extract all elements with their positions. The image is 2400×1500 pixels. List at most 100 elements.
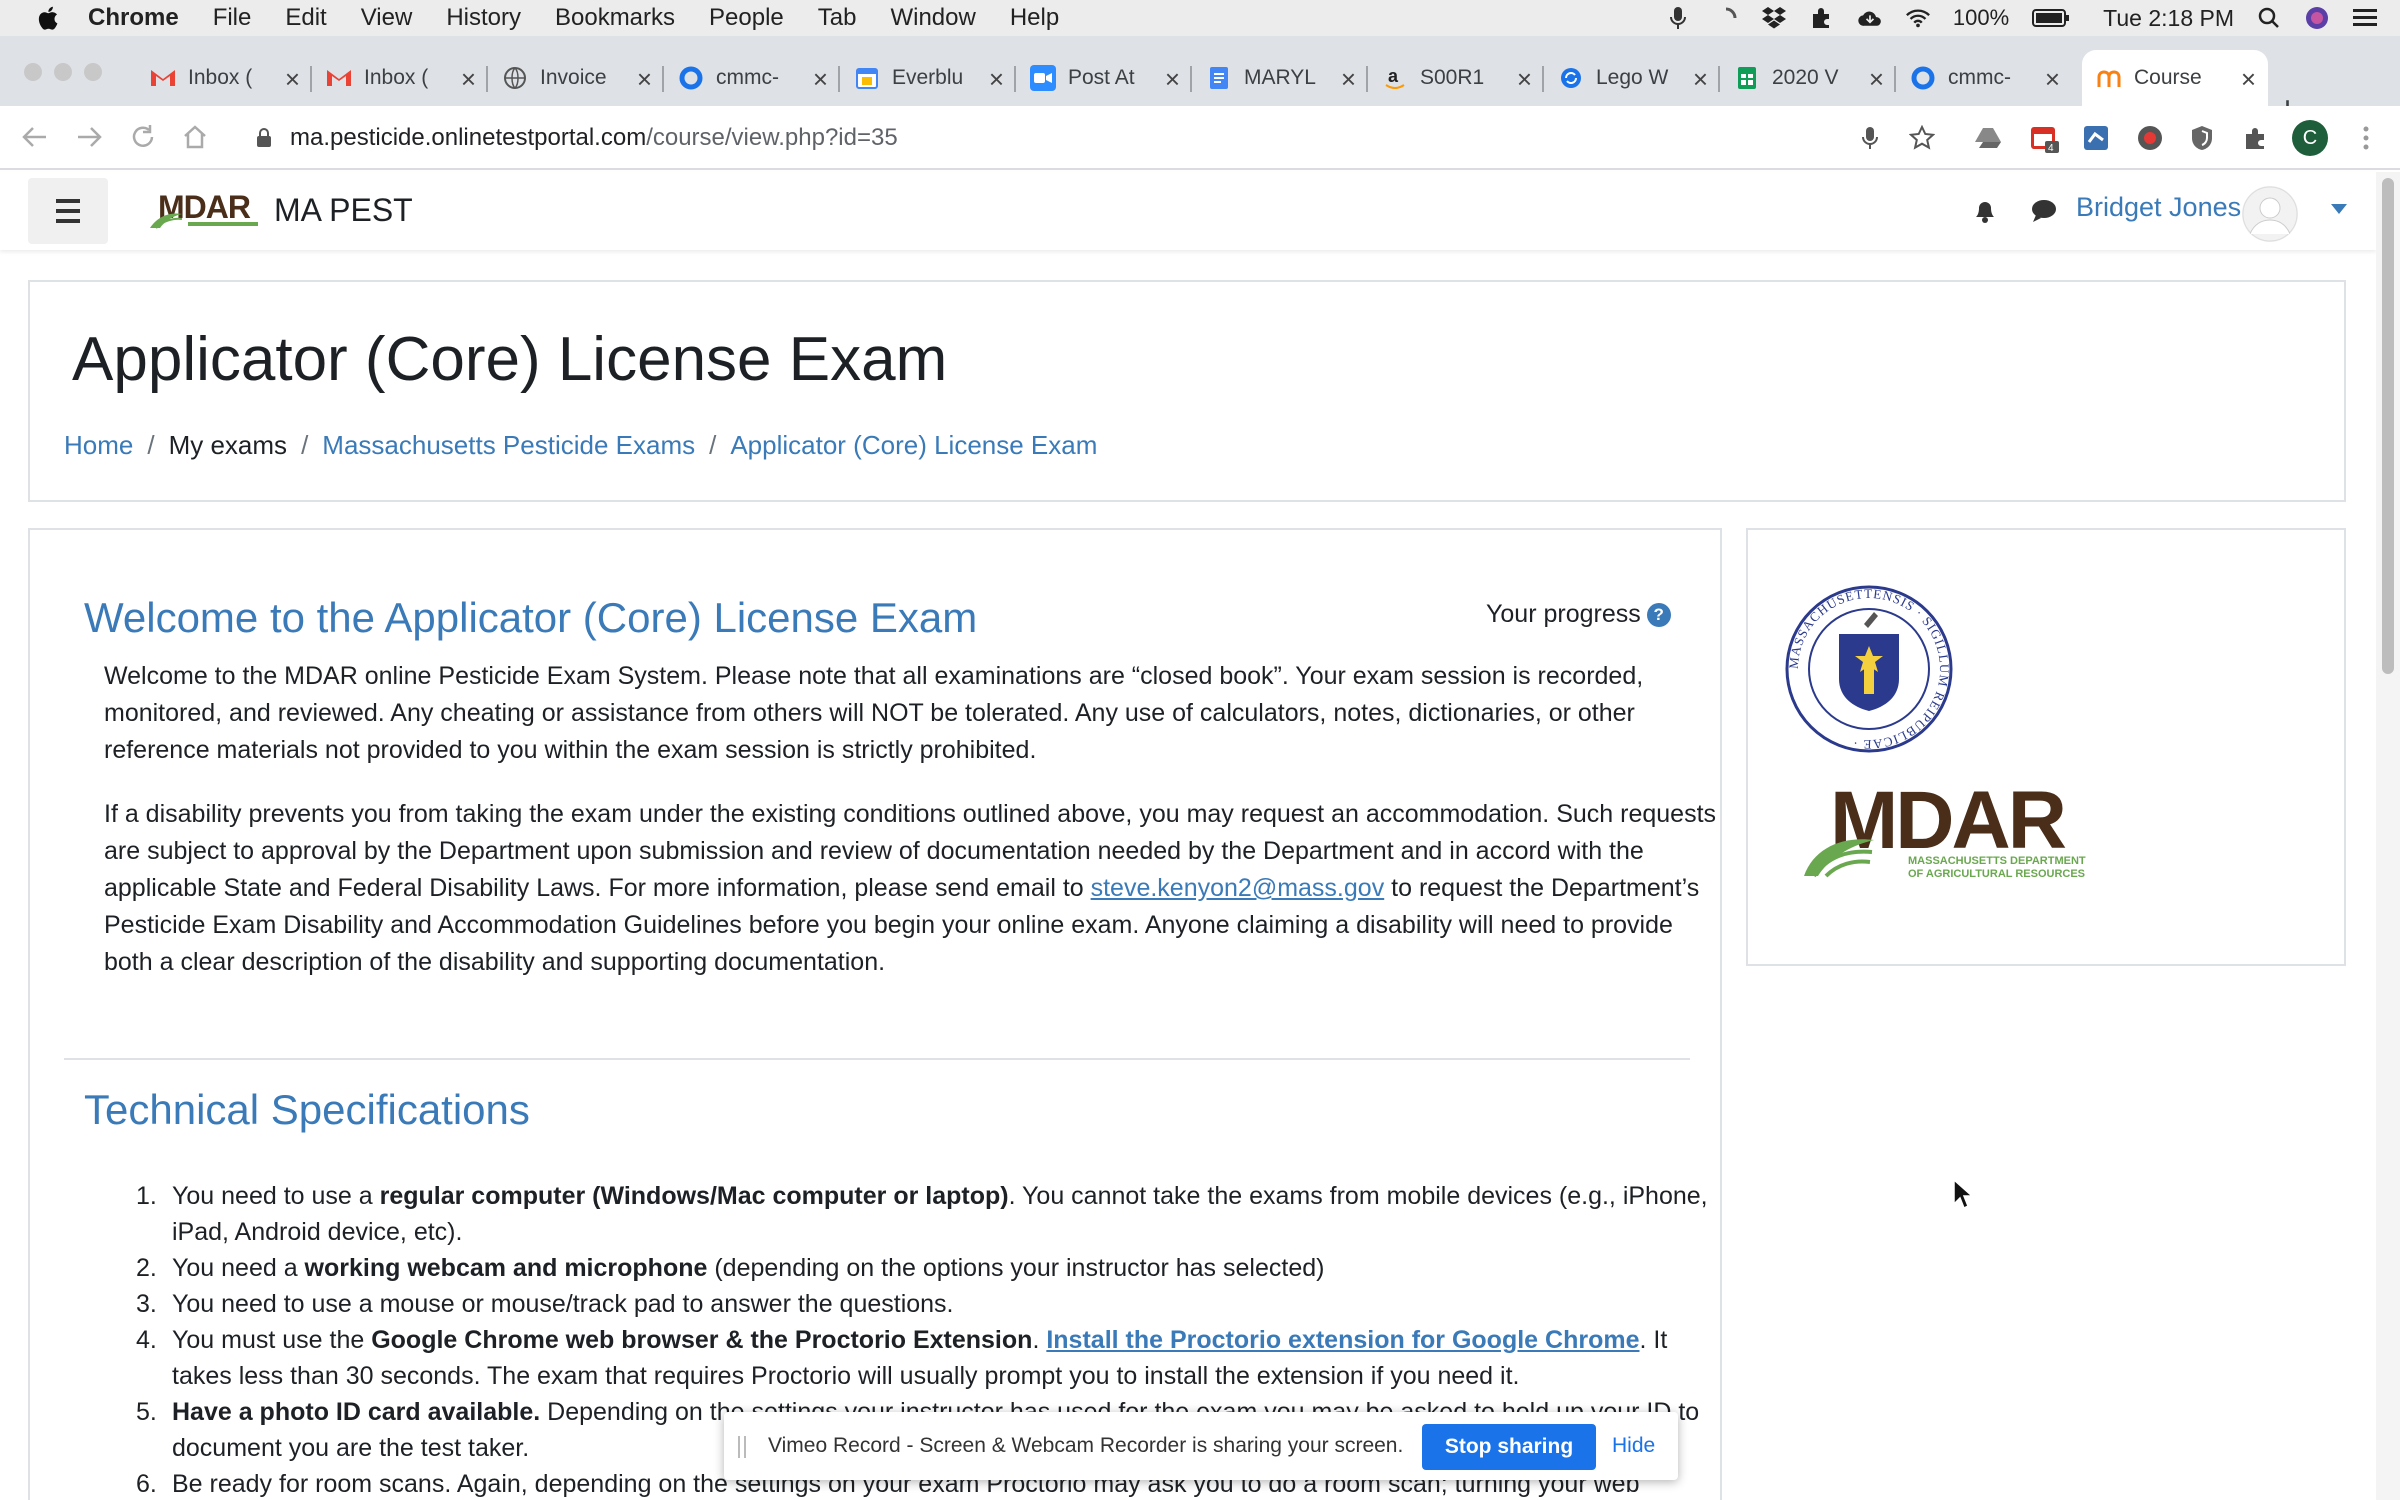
breadcrumb-category[interactable]: Massachusetts Pesticide Exams bbox=[322, 430, 695, 461]
help-icon[interactable]: ? bbox=[1646, 602, 1671, 627]
bookmark-star-icon[interactable] bbox=[1906, 122, 1938, 154]
puzzle-menubar-icon[interactable] bbox=[1809, 5, 1835, 31]
menu-window[interactable]: Window bbox=[890, 4, 975, 32]
address-bar[interactable]: ma.pesticide.onlinetestportal.com/course… bbox=[236, 114, 1892, 162]
list-text-bold: Google Chrome web browser & the Proctori… bbox=[371, 1326, 1033, 1354]
browser-tab[interactable]: Post At × bbox=[1016, 50, 1192, 106]
email-link[interactable]: steve.kenyon2@mass.gov bbox=[1091, 874, 1385, 902]
record-extension-icon[interactable] bbox=[2134, 122, 2166, 154]
browser-tab[interactable]: Invoice × bbox=[488, 50, 664, 106]
mdar-small-logo[interactable]: MDAR bbox=[148, 188, 260, 237]
breadcrumb-course[interactable]: Applicator (Core) License Exam bbox=[730, 430, 1097, 461]
breadcrumb-home[interactable]: Home bbox=[64, 430, 133, 461]
tab-title: cmmc- bbox=[1948, 66, 2011, 89]
menu-people[interactable]: People bbox=[709, 4, 784, 32]
home-icon[interactable] bbox=[178, 120, 212, 154]
tab-close-icon[interactable]: × bbox=[637, 64, 652, 95]
voice-search-icon[interactable] bbox=[1854, 122, 1886, 154]
breadcrumb-divider: / bbox=[709, 430, 717, 460]
hamburger-menu-icon[interactable] bbox=[28, 178, 108, 244]
sheets-icon bbox=[1734, 65, 1760, 91]
menu-help[interactable]: Help bbox=[1010, 4, 1059, 32]
drive-extension-icon[interactable] bbox=[1972, 122, 2004, 154]
menu-history[interactable]: History bbox=[446, 4, 521, 32]
browser-tab[interactable]: Lego W × bbox=[1544, 50, 1720, 106]
notification-center-icon[interactable] bbox=[2352, 5, 2378, 31]
window-zoom-button[interactable] bbox=[84, 63, 102, 81]
tab-close-icon[interactable]: × bbox=[461, 64, 476, 95]
proctorio-install-link[interactable]: Install the Proctorio extension for Goog… bbox=[1046, 1326, 1639, 1354]
siri-icon[interactable] bbox=[2304, 5, 2330, 31]
browser-tab[interactable]: MARYL × bbox=[1192, 50, 1368, 106]
dropbox-icon[interactable] bbox=[1761, 5, 1787, 31]
wifi-icon[interactable] bbox=[1905, 5, 1931, 31]
reload-icon[interactable] bbox=[126, 120, 160, 154]
menu-view[interactable]: View bbox=[361, 4, 413, 32]
profile-avatar-icon[interactable]: C bbox=[2292, 120, 2328, 156]
browser-tab[interactable]: Inbox ( × bbox=[136, 50, 312, 106]
hide-button[interactable]: Hide bbox=[1612, 1434, 1655, 1458]
apple-icon[interactable] bbox=[32, 3, 62, 33]
microphone-icon[interactable] bbox=[1665, 5, 1691, 31]
tab-title: Post At bbox=[1068, 66, 1135, 89]
tab-close-icon[interactable]: × bbox=[2241, 64, 2256, 95]
site-name[interactable]: MA PEST bbox=[274, 192, 413, 229]
tab-close-icon[interactable]: × bbox=[1165, 64, 1180, 95]
tab-close-icon[interactable]: × bbox=[1693, 64, 1708, 95]
tab-close-icon[interactable]: × bbox=[2045, 64, 2060, 95]
messages-chat-icon[interactable] bbox=[2030, 198, 2058, 229]
notification-bell-icon[interactable] bbox=[1972, 196, 1998, 229]
menubar-clock[interactable]: Tue 2:18 PM bbox=[2103, 5, 2234, 32]
extensions-puzzle-icon[interactable] bbox=[2240, 122, 2272, 154]
back-arrow-icon[interactable] bbox=[18, 120, 52, 154]
user-menu-name[interactable]: Bridget Jones bbox=[2076, 192, 2241, 223]
tab-close-icon[interactable]: × bbox=[1341, 64, 1356, 95]
browser-tab-active[interactable]: Course × bbox=[2082, 50, 2268, 106]
drag-handle[interactable] bbox=[738, 1436, 746, 1458]
browser-tab[interactable]: cmmc- × bbox=[664, 50, 840, 106]
tab-title: Course bbox=[2134, 66, 2202, 89]
spinner-icon[interactable] bbox=[1713, 5, 1739, 31]
browser-tab[interactable]: Everblu × bbox=[840, 50, 1016, 106]
browser-tab[interactable]: cmmc- × bbox=[1896, 50, 2072, 106]
list-item: 1. You need to use a regular computer (Wi… bbox=[136, 1178, 1716, 1250]
calendar-extension-icon[interactable]: 4 bbox=[2028, 122, 2060, 154]
menu-tab[interactable]: Tab bbox=[818, 4, 857, 32]
battery-icon[interactable] bbox=[2031, 5, 2071, 31]
progress-indicator: Your progress ? bbox=[1486, 600, 1671, 629]
lock-icon[interactable] bbox=[256, 128, 272, 153]
chevron-down-icon[interactable] bbox=[2330, 202, 2348, 220]
breadcrumb-my-exams: My exams bbox=[168, 430, 288, 460]
tab-close-icon[interactable]: × bbox=[813, 64, 828, 95]
tab-close-icon[interactable]: × bbox=[989, 64, 1004, 95]
menu-app-chrome[interactable]: Chrome bbox=[88, 4, 179, 32]
spotlight-search-icon[interactable] bbox=[2256, 5, 2282, 31]
menu-bookmarks[interactable]: Bookmarks bbox=[555, 4, 675, 32]
scrollbar-thumb[interactable] bbox=[2382, 178, 2394, 674]
menu-file[interactable]: File bbox=[213, 4, 252, 32]
page-scrollbar[interactable] bbox=[2376, 172, 2400, 1500]
forward-arrow-icon[interactable] bbox=[72, 120, 106, 154]
list-text: You need to use a mouse or mouse/track p… bbox=[172, 1290, 954, 1318]
tab-close-icon[interactable]: × bbox=[285, 64, 300, 95]
browser-tab[interactable]: 2020 V × bbox=[1720, 50, 1896, 106]
stop-sharing-button[interactable]: Stop sharing bbox=[1422, 1424, 1596, 1470]
progress-label: Your progress bbox=[1486, 600, 1641, 628]
tab-close-icon[interactable]: × bbox=[1517, 64, 1532, 95]
browser-tab[interactable]: a S00R1 × bbox=[1368, 50, 1544, 106]
zoom-icon bbox=[1030, 65, 1056, 91]
menu-edit[interactable]: Edit bbox=[285, 4, 326, 32]
list-text-bold: working webcam and microphone bbox=[304, 1254, 708, 1282]
page-header: Applicator (Core) License Exam Home / My… bbox=[28, 280, 2346, 502]
screen-capture-extension-icon[interactable] bbox=[2080, 122, 2112, 154]
tab-close-icon[interactable]: × bbox=[1869, 64, 1884, 95]
cloud-icon[interactable] bbox=[1857, 5, 1883, 31]
tab-title: MARYL bbox=[1244, 66, 1316, 89]
window-minimize-button[interactable] bbox=[54, 63, 72, 81]
browser-tab[interactable]: Inbox ( × bbox=[312, 50, 488, 106]
shield-extension-icon[interactable] bbox=[2186, 122, 2218, 154]
user-avatar[interactable] bbox=[2242, 186, 2298, 242]
window-close-button[interactable] bbox=[24, 63, 42, 81]
chrome-menu-icon[interactable] bbox=[2350, 122, 2382, 154]
breadcrumb-divider: / bbox=[147, 430, 155, 460]
